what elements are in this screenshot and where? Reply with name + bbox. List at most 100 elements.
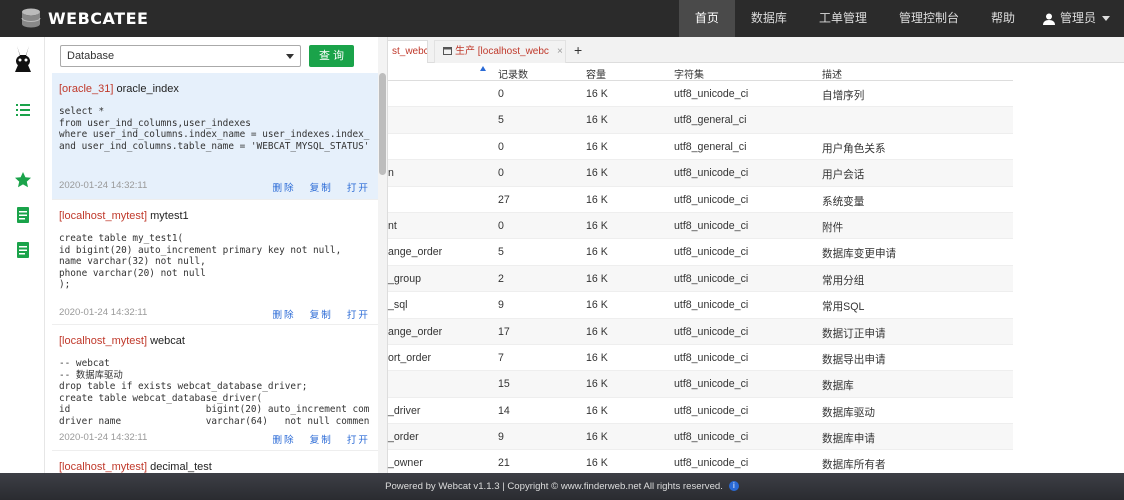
cell-size: 16 K xyxy=(586,167,608,180)
footer: Powered by Webcat v1.1.3 | Copyright © w… xyxy=(0,473,1124,500)
tab-production-label: 生产 [localhost_webc xyxy=(455,46,549,57)
cell-size: 16 K xyxy=(586,193,608,206)
cell-charset: utf8_unicode_ci xyxy=(674,325,749,338)
snippet-card[interactable]: [localhost_mytest] mytest1 create table … xyxy=(52,199,380,324)
cell-size: 16 K xyxy=(586,351,608,364)
database-select[interactable]: Database xyxy=(60,45,301,67)
table-row[interactable]: nt 0 16 K utf8_unicode_ci 附件 xyxy=(388,212,1013,240)
cell-count: 2 xyxy=(498,272,504,285)
cell-size: 16 K xyxy=(586,88,608,100)
delete-button[interactable]: 删除 xyxy=(272,432,295,446)
snippet-title: [localhost_mytest] webcat xyxy=(59,335,373,347)
close-icon[interactable]: × xyxy=(557,46,563,57)
table-row[interactable]: _order 9 16 K utf8_unicode_ci 数据库申请 xyxy=(388,424,1013,451)
cell-table-name: _driver xyxy=(388,404,421,417)
brand[interactable]: WEBCATEE xyxy=(20,6,148,30)
table-row[interactable]: _sql 9 16 K utf8_unicode_ci 常用SQL xyxy=(388,292,1013,319)
column-header-charset[interactable]: 字符集 xyxy=(674,66,704,81)
nav-admin-console[interactable]: 管理控制台 xyxy=(883,0,975,37)
snippet-source: [localhost_mytest] xyxy=(59,210,148,222)
open-button[interactable]: 打开 xyxy=(347,432,370,446)
table-row[interactable]: 27 16 K utf8_unicode_ci 系统变量 xyxy=(388,187,1013,213)
snippet-code: create table my_test1( id bigint(20) aut… xyxy=(59,233,342,291)
cell-count: 17 xyxy=(498,325,510,338)
user-menu[interactable]: 管理员 xyxy=(1031,0,1124,37)
tab-production[interactable]: 生产 [localhost_webc × xyxy=(434,40,566,63)
snippet-name: mytest1 xyxy=(147,210,189,222)
snippet-source: [localhost_mytest] xyxy=(59,461,148,473)
cell-count: 7 xyxy=(498,351,504,364)
copy-button[interactable]: 复制 xyxy=(310,432,333,446)
snippet-name: oracle_index xyxy=(113,83,179,95)
cell-desc: 数据导出申请 xyxy=(822,353,886,366)
table-row[interactable]: n 0 16 K utf8_unicode_ci 用户会话 xyxy=(388,160,1013,187)
cell-charset: utf8_unicode_ci xyxy=(674,404,749,417)
cell-desc: 数据库申请 xyxy=(822,433,875,446)
table-row[interactable]: _driver 14 16 K utf8_unicode_ci 数据库驱动 xyxy=(388,398,1013,425)
delete-button[interactable]: 删除 xyxy=(272,307,295,321)
table-row[interactable]: 0 16 K utf8_unicode_ci 自增序列 xyxy=(388,81,1013,108)
snippet-card[interactable]: [localhost_mytest] webcat -- webcat -- 数… xyxy=(52,324,380,450)
cell-charset: utf8_unicode_ci xyxy=(674,378,749,391)
rabbit-logo-icon xyxy=(15,46,31,72)
sort-asc-icon[interactable] xyxy=(480,66,486,71)
database-select-value: Database xyxy=(67,50,115,62)
sql-snippets-panel: Database 查 询 [oracle_31] oracle_index se… xyxy=(52,37,388,473)
nav-help[interactable]: 帮助 xyxy=(975,0,1031,37)
query-button[interactable]: 查 询 xyxy=(309,45,354,67)
document-alt-icon[interactable] xyxy=(14,241,32,259)
table-row[interactable]: 15 16 K utf8_unicode_ci 数据库 xyxy=(388,371,1013,398)
tab-current[interactable]: st_webc xyxy=(388,40,428,63)
cell-size: 16 K xyxy=(586,378,608,391)
cell-charset: utf8_unicode_ci xyxy=(674,167,749,180)
editor-tabs: st_webc 生产 [localhost_webc × + xyxy=(388,37,1124,63)
star-icon[interactable] xyxy=(14,171,32,189)
column-header-desc[interactable]: 描述 xyxy=(822,66,842,81)
nav-database[interactable]: 数据库 xyxy=(735,0,803,37)
cell-desc: 附件 xyxy=(822,221,844,234)
list-icon[interactable] xyxy=(14,101,32,119)
snippet-code: -- webcat -- 数据库驱动 drop table if exists … xyxy=(59,358,370,425)
cell-table-name: nt xyxy=(388,219,397,232)
main-nav: 首页 数据库 工单管理 管理控制台 帮助 管理员 xyxy=(678,0,1124,37)
cell-count: 15 xyxy=(498,378,510,391)
cell-count: 0 xyxy=(498,219,504,232)
panel-scrollbar[interactable] xyxy=(378,37,387,473)
nav-workorder[interactable]: 工单管理 xyxy=(803,0,883,37)
table-row[interactable]: 5 16 K utf8_general_ci xyxy=(388,107,1013,134)
copy-button[interactable]: 复制 xyxy=(310,307,333,321)
brand-name: WEBCATEE xyxy=(48,8,149,28)
column-header-count[interactable]: 记录数 xyxy=(498,66,528,81)
open-button[interactable]: 打开 xyxy=(347,307,370,321)
tables-grid: 记录数 容量 字符集 描述 0 16 K utf8_unicode_ci 自增序列 5 1… xyxy=(388,63,1013,477)
table-row[interactable]: ort_order 7 16 K utf8_unicode_ci 数据导出申请 xyxy=(388,345,1013,372)
cell-size: 16 K xyxy=(586,431,608,444)
cell-size: 16 K xyxy=(586,246,608,259)
cell-desc: 系统变量 xyxy=(822,195,865,208)
cell-count: 14 xyxy=(498,404,510,417)
cell-table-name: _order xyxy=(388,431,419,444)
table-row[interactable]: 0 16 K utf8_general_ci 用户角色关系 xyxy=(388,134,1013,161)
column-header-size[interactable]: 容量 xyxy=(586,66,606,81)
snippet-card[interactable]: [localhost_mytest] decimal_test xyxy=(52,450,380,473)
add-tab-button[interactable]: + xyxy=(574,42,582,58)
scrollbar-thumb[interactable] xyxy=(379,73,386,175)
cell-charset: utf8_unicode_ci xyxy=(674,246,749,259)
table-row[interactable]: _group 2 16 K utf8_unicode_ci 常用分组 xyxy=(388,265,1013,293)
copy-button[interactable]: 复制 xyxy=(310,180,333,194)
cell-table-name: ort_order xyxy=(388,351,431,364)
cell-charset: utf8_unicode_ci xyxy=(674,219,749,232)
nav-home[interactable]: 首页 xyxy=(678,0,735,37)
snippet-title: [oracle_31] oracle_index xyxy=(59,83,373,95)
table-row[interactable]: ange_order 17 16 K utf8_unicode_ci 数据订正申请 xyxy=(388,318,1013,345)
table-row[interactable]: ange_order 5 16 K utf8_unicode_ci 数据库变更申请 xyxy=(388,239,1013,266)
info-icon[interactable]: i xyxy=(728,481,739,492)
cell-desc: 用户角色关系 xyxy=(822,142,886,155)
search-row: Database 查 询 xyxy=(60,45,354,67)
delete-button[interactable]: 删除 xyxy=(272,180,295,194)
snippet-card[interactable]: [oracle_31] oracle_index select * from u… xyxy=(52,73,380,199)
cell-size: 16 K xyxy=(586,457,608,470)
snippet-source: [oracle_31] xyxy=(59,83,114,95)
document-icon[interactable] xyxy=(14,206,32,224)
open-button[interactable]: 打开 xyxy=(347,180,370,194)
